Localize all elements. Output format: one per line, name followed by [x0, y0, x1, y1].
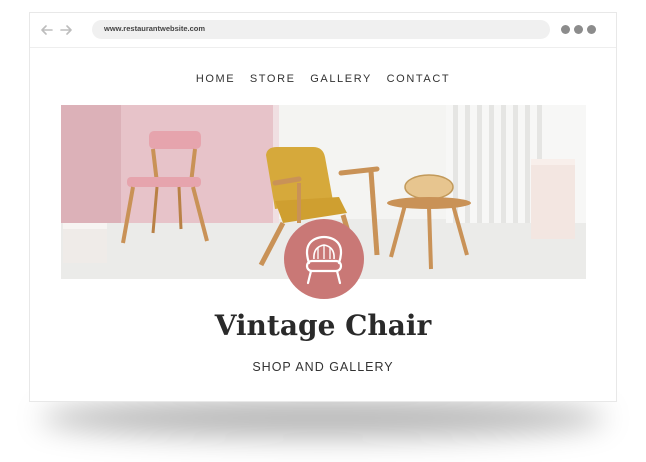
menu-dot: [561, 25, 570, 34]
browser-toolbar: www.restaurantwebsite.com: [30, 13, 616, 48]
browser-window: www.restaurantwebsite.com HOME STORE GAL…: [29, 12, 617, 402]
nav-store-link[interactable]: STORE: [250, 73, 296, 85]
armchair-icon: [305, 235, 343, 285]
forward-arrow-icon[interactable]: [59, 23, 73, 37]
page-shadow: [40, 398, 606, 438]
nav-contact-link[interactable]: CONTACT: [387, 73, 451, 85]
menu-dot: [574, 25, 583, 34]
address-bar[interactable]: www.restaurantwebsite.com: [92, 20, 550, 39]
back-arrow-icon[interactable]: [40, 23, 54, 37]
site-title: Vintage Chair: [214, 309, 432, 342]
site-nav: HOME STORE GALLERY CONTACT: [30, 73, 616, 85]
nav-home-link[interactable]: HOME: [196, 73, 235, 85]
site-subtitle: SHOP AND GALLERY: [252, 360, 394, 374]
chair-badge: [284, 219, 364, 299]
more-dots-icon[interactable]: [561, 25, 601, 35]
url-text: www.restaurantwebsite.com: [104, 24, 206, 33]
nav-gallery-link[interactable]: GALLERY: [310, 73, 372, 85]
menu-dot: [587, 25, 596, 34]
